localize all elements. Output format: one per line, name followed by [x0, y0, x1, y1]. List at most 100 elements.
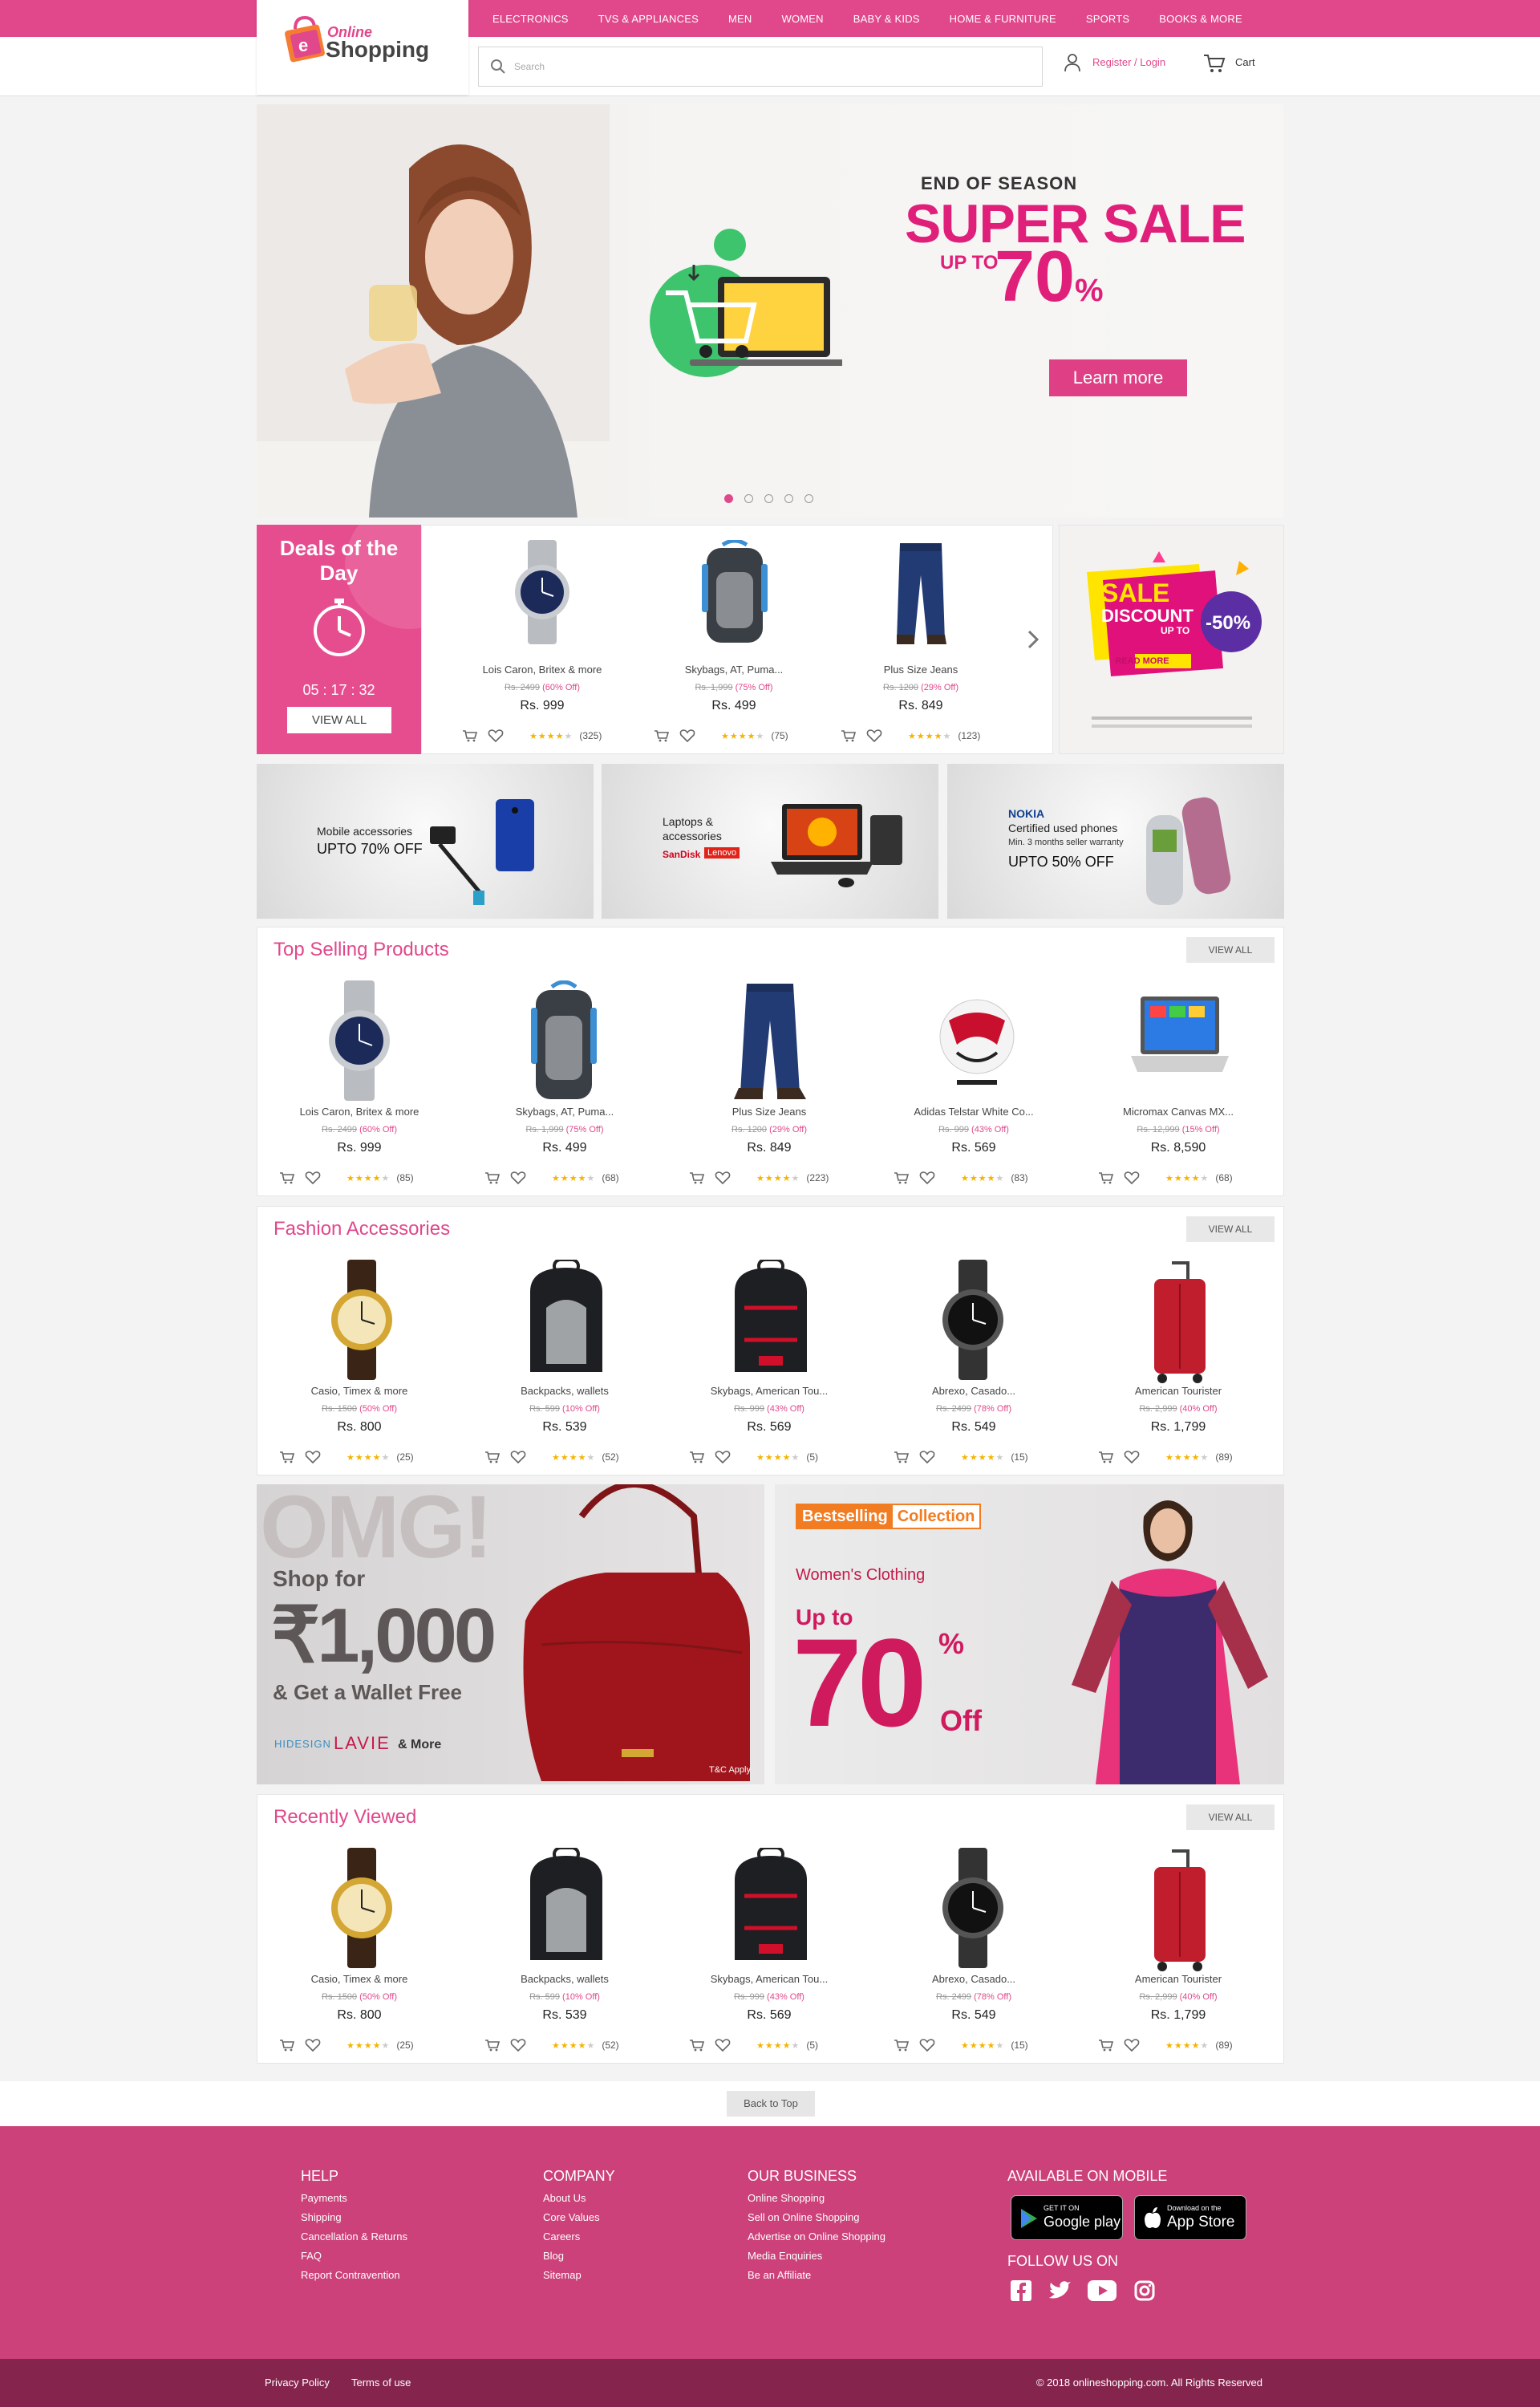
footer-link-online-shopping[interactable]: Online Shopping [748, 2189, 886, 2208]
heart-icon[interactable] [488, 729, 504, 742]
google-play-badge[interactable]: GET IT ON Google play [1011, 2195, 1123, 2240]
product-image-gold-watch[interactable] [322, 1260, 402, 1380]
add-to-cart-icon[interactable] [1098, 1171, 1114, 1184]
product-name[interactable]: Abrexo, Casado... [877, 1973, 1070, 1985]
heart-icon[interactable] [715, 1171, 731, 1184]
add-to-cart-icon[interactable] [279, 1171, 295, 1184]
heart-icon[interactable] [1124, 1451, 1140, 1463]
product-image-gold-watch[interactable] [322, 1848, 402, 1968]
carousel-dot[interactable] [804, 494, 813, 503]
add-to-cart-icon[interactable] [894, 1451, 910, 1463]
learn-more-button[interactable]: Learn more [1049, 359, 1187, 396]
add-to-cart-icon[interactable] [1098, 2039, 1114, 2052]
footer-link-sitemap[interactable]: Sitemap [543, 2266, 600, 2285]
facebook-icon[interactable] [1011, 2280, 1031, 2301]
product-image-red-suitcase[interactable] [1140, 1260, 1220, 1388]
add-to-cart-icon[interactable] [894, 1171, 910, 1184]
add-to-cart-icon[interactable] [462, 729, 478, 742]
product-name[interactable]: Backpacks, wallets [468, 1385, 661, 1397]
heart-icon[interactable] [679, 729, 695, 742]
heart-icon[interactable] [510, 2039, 526, 2052]
add-to-cart-icon[interactable] [894, 2039, 910, 2052]
nav-item-home-furniture[interactable]: HOME & FURNITURE [950, 13, 1056, 25]
product-image-watch[interactable] [510, 540, 574, 644]
nav-item-baby-kids[interactable]: BABY & KIDS [853, 13, 920, 25]
nav-item-sports[interactable]: SPORTS [1086, 13, 1129, 25]
privacy-policy-link[interactable]: Privacy Policy [265, 2377, 330, 2389]
nav-item-electronics[interactable]: ELECTRONICS [492, 13, 569, 25]
carousel-dot[interactable] [764, 494, 773, 503]
add-to-cart-icon[interactable] [279, 1451, 295, 1463]
add-to-cart-icon[interactable] [689, 2039, 705, 2052]
heart-icon[interactable] [715, 2039, 731, 2052]
product-image-laptop[interactable] [1128, 988, 1232, 1093]
logo[interactable]: e Online Shopping [257, 0, 468, 95]
product-image-black-watch[interactable] [933, 1848, 1013, 1968]
app-store-badge[interactable]: Download on the App Store [1134, 2195, 1246, 2240]
product-image-red-suitcase[interactable] [1140, 1848, 1220, 1976]
product-name[interactable]: Skybags, AT, Puma... [468, 1106, 661, 1118]
product-image-jeans[interactable] [889, 540, 953, 644]
product-image-red-backpack[interactable] [727, 1848, 815, 1968]
add-to-cart-icon[interactable] [841, 729, 857, 742]
terms-link[interactable]: Terms of use [351, 2377, 411, 2389]
product-image-backpack[interactable] [699, 540, 771, 644]
carousel-dot-active[interactable] [724, 494, 733, 503]
carousel-dot[interactable] [784, 494, 793, 503]
product-image-jeans[interactable] [726, 980, 814, 1101]
footer-link-faq[interactable]: FAQ [301, 2247, 407, 2266]
nav-item-men[interactable]: MEN [728, 13, 752, 25]
hero-banner[interactable]: END OF SEASON SUPER SALE UP TO 70 % Lear… [257, 104, 1283, 518]
product-name[interactable]: Casio, Timex & more [263, 1973, 456, 1985]
product-name[interactable]: American Tourister [1082, 1973, 1275, 1985]
sale-ad-cta[interactable]: READ MORE [1114, 656, 1170, 666]
footer-link-cancellation[interactable]: Cancellation & Returns [301, 2227, 407, 2247]
nav-item-women[interactable]: WOMEN [781, 13, 823, 25]
nav-item-books[interactable]: BOOKS & MORE [1159, 13, 1242, 25]
footer-link-blog[interactable]: Blog [543, 2247, 600, 2266]
footer-link-affiliate[interactable]: Be an Affiliate [748, 2266, 886, 2285]
add-to-cart-icon[interactable] [689, 1451, 705, 1463]
promo-mobile-accessories[interactable]: Mobile accessories UPTO 70% OFF [257, 764, 594, 919]
footer-link-advertise[interactable]: Advertise on Online Shopping [748, 2227, 886, 2247]
search-input[interactable]: Search [478, 47, 1043, 87]
product-name[interactable]: Lois Caron, Britex & more [446, 664, 638, 676]
heart-icon[interactable] [1124, 1171, 1140, 1184]
add-to-cart-icon[interactable] [654, 729, 670, 742]
footer-link-report[interactable]: Report Contravention [301, 2266, 407, 2285]
nav-item-tvs[interactable]: TVS & APPLIANCES [598, 13, 699, 25]
add-to-cart-icon[interactable] [484, 1451, 500, 1463]
product-name[interactable]: Micromax Canvas MX... [1082, 1106, 1275, 1118]
footer-link-sell[interactable]: Sell on Online Shopping [748, 2208, 886, 2227]
youtube-icon[interactable] [1088, 2280, 1116, 2301]
chevron-right-icon[interactable] [1025, 628, 1041, 651]
footer-link-about[interactable]: About Us [543, 2189, 600, 2208]
heart-icon[interactable] [919, 1171, 935, 1184]
heart-icon[interactable] [305, 1171, 321, 1184]
footer-link-media[interactable]: Media Enquiries [748, 2247, 886, 2266]
add-to-cart-icon[interactable] [1098, 1451, 1114, 1463]
cart-icon[interactable] [1203, 53, 1226, 74]
product-image-black-watch[interactable] [933, 1260, 1013, 1380]
product-name[interactable]: Skybags, AT, Puma... [638, 664, 830, 676]
product-name[interactable]: Skybags, American Tou... [673, 1385, 865, 1397]
heart-icon[interactable] [510, 1451, 526, 1463]
footer-link-core-values[interactable]: Core Values [543, 2208, 600, 2227]
product-image-watch[interactable] [323, 980, 395, 1101]
promo-used-phones[interactable]: NOKIA Certified used phones Min. 3 month… [947, 764, 1284, 919]
product-name[interactable]: Lois Caron, Britex & more [263, 1106, 456, 1118]
add-to-cart-icon[interactable] [484, 2039, 500, 2052]
register-login-link[interactable]: Register / Login [1092, 56, 1165, 68]
instagram-icon[interactable] [1134, 2280, 1155, 2301]
twitter-icon[interactable] [1048, 2280, 1072, 2301]
product-name[interactable]: Abrexo, Casado... [877, 1385, 1070, 1397]
heart-icon[interactable] [305, 1451, 321, 1463]
add-to-cart-icon[interactable] [689, 1171, 705, 1184]
footer-link-careers[interactable]: Careers [543, 2227, 600, 2247]
heart-icon[interactable] [1124, 2039, 1140, 2052]
back-to-top-button[interactable]: Back to Top [727, 2091, 815, 2117]
product-image-backpack[interactable] [528, 980, 600, 1101]
recent-view-all-button[interactable]: VIEW ALL [1186, 1804, 1275, 1830]
heart-icon[interactable] [866, 729, 882, 742]
deals-view-all-button[interactable]: VIEW ALL [287, 707, 391, 733]
